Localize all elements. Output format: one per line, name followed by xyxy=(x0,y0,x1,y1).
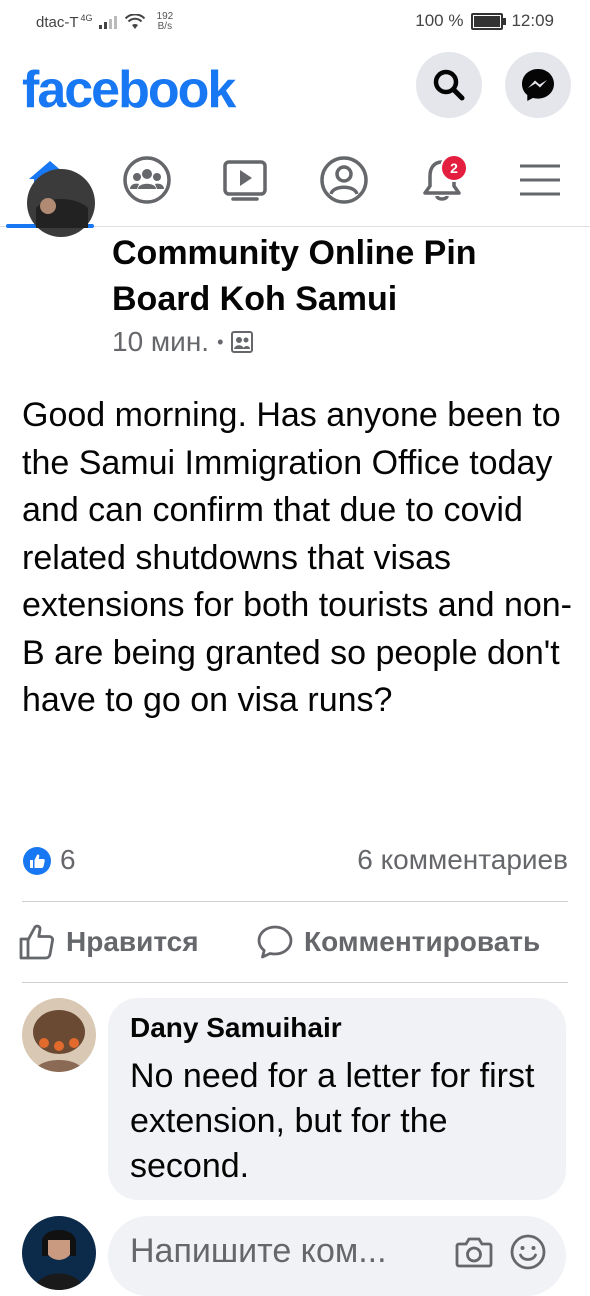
menu-icon xyxy=(520,164,560,196)
like-reaction-icon[interactable] xyxy=(22,846,52,876)
wifi-icon xyxy=(124,14,145,29)
like-button-label: Нравится xyxy=(66,926,199,957)
comment-button-label: Комментировать xyxy=(304,926,541,957)
post-meta: 10 мин. • xyxy=(112,326,254,358)
messenger-button[interactable] xyxy=(505,52,571,118)
emoji-button[interactable] xyxy=(508,1232,548,1272)
watch-icon xyxy=(223,160,267,201)
search-button[interactable] xyxy=(416,52,482,118)
profile-icon xyxy=(320,156,368,204)
meta-separator: • xyxy=(217,331,224,352)
status-right: 100 % 12:09 xyxy=(415,11,554,31)
group-audience-icon xyxy=(231,331,254,353)
comment-author[interactable]: Dany Samuihair xyxy=(130,1012,342,1044)
carrier-label: dtac-T xyxy=(36,13,79,31)
comment-icon xyxy=(257,925,293,959)
group-avatar[interactable] xyxy=(26,168,96,254)
tab-notifications[interactable]: 2 xyxy=(412,150,472,210)
tab-watch[interactable] xyxy=(215,150,275,210)
messenger-icon xyxy=(522,69,554,101)
divider-bottom xyxy=(22,982,568,983)
battery-icon xyxy=(471,12,507,30)
notification-badge: 2 xyxy=(440,154,468,182)
comments-count[interactable]: 6 комментариев xyxy=(357,844,568,876)
comment-input[interactable] xyxy=(130,1232,430,1271)
camera-button[interactable] xyxy=(454,1232,494,1272)
clock: 12:09 xyxy=(511,11,554,30)
comment-bubble[interactable]: Dany Samuihair No need for a letter for … xyxy=(108,998,566,1200)
post-text: Good morning. Has anyone been to the Sam… xyxy=(22,396,572,719)
battery-percent: 100 % xyxy=(415,11,464,30)
comment-button[interactable]: Комментировать xyxy=(256,920,540,964)
commenter-avatar[interactable] xyxy=(22,998,96,1072)
status-bar: dtac-T 4G 192 B/s 100 % 12:09 xyxy=(0,0,590,42)
user-avatar[interactable] xyxy=(22,1216,96,1290)
app-header: facebook xyxy=(0,42,590,132)
comment-composer xyxy=(108,1216,566,1296)
signal-icon xyxy=(98,16,117,29)
group-name[interactable]: Community Online Pin Board Koh Samui xyxy=(112,230,552,322)
divider-top xyxy=(22,901,568,902)
tab-profile[interactable] xyxy=(314,150,374,210)
reactions-row: 6 6 комментариев xyxy=(22,842,568,878)
tab-menu[interactable] xyxy=(510,150,570,210)
tab-groups[interactable] xyxy=(117,150,177,210)
like-button[interactable]: Нравится xyxy=(18,920,199,964)
thumbs-up-icon xyxy=(19,924,54,960)
status-left: dtac-T 4G 192 B/s xyxy=(36,12,173,32)
comment-text: No need for a letter for first extension… xyxy=(130,1057,535,1185)
camera-icon xyxy=(455,1237,493,1268)
network-type: 4G xyxy=(80,13,93,23)
facebook-logo[interactable]: facebook xyxy=(22,60,236,120)
post-time[interactable]: 10 мин. xyxy=(112,326,209,358)
search-icon xyxy=(433,69,465,101)
groups-icon xyxy=(123,156,171,204)
smiley-icon xyxy=(510,1234,546,1270)
network-speed: 192 B/s xyxy=(156,11,174,32)
like-count[interactable]: 6 xyxy=(60,844,76,876)
